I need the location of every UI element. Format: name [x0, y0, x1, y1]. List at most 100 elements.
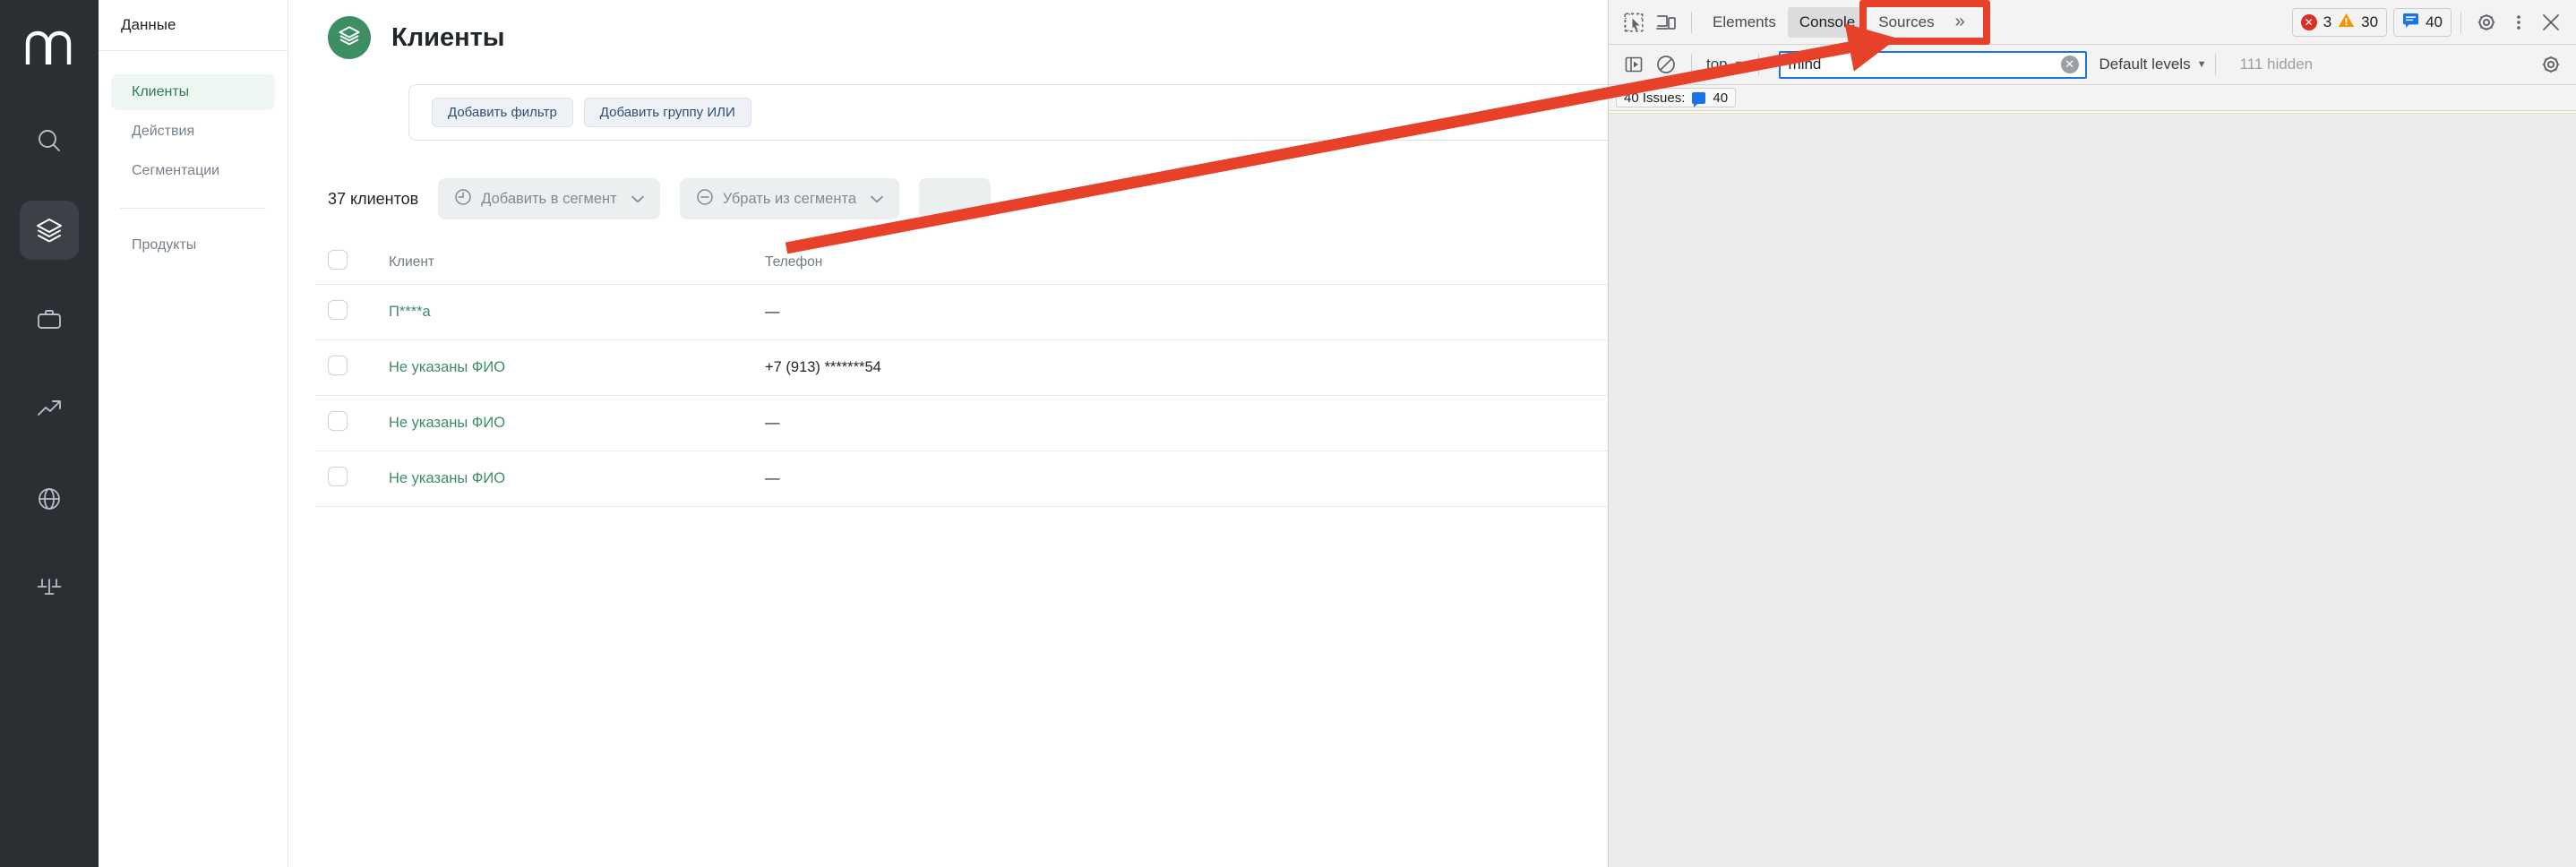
gear-icon[interactable]: [2470, 6, 2503, 39]
select-all-cell: [315, 241, 389, 284]
error-count: 3: [2323, 13, 2332, 30]
briefcase-icon: [36, 306, 63, 333]
nav-panel-title: Данные: [121, 16, 176, 33]
nav-panel-header: Данные: [99, 0, 288, 51]
client-name-cell: Не указаны ФИО: [389, 451, 765, 506]
client-name-cell: П****а: [389, 284, 765, 339]
icon-rail: [0, 0, 99, 867]
console-filter-field[interactable]: ✕: [1778, 50, 2087, 79]
minus-circle-icon: [696, 188, 714, 210]
chevron-down-icon: ▼: [2196, 59, 2207, 70]
client-name-link[interactable]: Не указаны ФИО: [389, 359, 505, 375]
add-or-group-button[interactable]: Добавить группу ИЛИ: [583, 98, 751, 127]
remove-from-segment-label: Убрать из сегмента: [722, 190, 857, 207]
console-filter-bar: top ▼ ✕ Default levels ▼ 111 hidden: [1609, 45, 2576, 85]
app-logo[interactable]: [21, 20, 77, 75]
layers-icon: [35, 216, 64, 245]
page-title: Клиенты: [391, 22, 505, 52]
console-sidebar-toggle-icon[interactable]: [1618, 48, 1650, 81]
client-name-link[interactable]: Не указаны ФИО: [389, 470, 505, 486]
filterbar-divider: [1691, 54, 1692, 75]
devtools-toolbar: Elements Console Sources » ✕ 3 30 40: [1609, 0, 2576, 45]
chevron-down-icon: [871, 191, 883, 208]
remove-from-segment-button[interactable]: Убрать из сегмента: [679, 178, 900, 219]
nav-item-actions[interactable]: Действия: [111, 114, 275, 150]
error-icon: ✕: [2300, 13, 2317, 30]
add-to-segment-label: Добавить в сегмент: [481, 190, 617, 207]
toolbar-divider: [2460, 11, 2461, 33]
nav-item-label: Сегментации: [132, 163, 220, 178]
add-filter-button[interactable]: Добавить фильтр: [432, 98, 573, 127]
issues-chip[interactable]: 40 Issues: 40: [1616, 88, 1737, 107]
nav-item-products[interactable]: Продукты: [111, 227, 275, 263]
row-select-cell: [315, 339, 389, 395]
console-issues-bar: 40 Issues: 40: [1609, 85, 2576, 111]
console-message-area[interactable]: [1609, 111, 2576, 867]
client-phone-cell: —: [765, 469, 780, 486]
more-actions-button[interactable]: [919, 178, 992, 219]
nav-divider: [120, 208, 266, 209]
clear-filter-icon[interactable]: ✕: [2060, 56, 2079, 73]
kebab-menu-icon[interactable]: [2503, 6, 2535, 39]
client-phone-cell: +7 (913) *******54: [765, 358, 881, 375]
issues-label: 40 Issues:: [1624, 90, 1686, 106]
tab-sources[interactable]: Sources: [1867, 7, 1945, 38]
rail-item-cases[interactable]: [20, 290, 79, 349]
nav-item-label: Клиенты: [132, 84, 190, 99]
client-name-link[interactable]: П****а: [389, 304, 431, 320]
warning-icon: [2338, 13, 2355, 32]
issues-count: 40: [1713, 90, 1729, 106]
globe-icon: [36, 485, 63, 512]
info-message-icon: [1692, 91, 1706, 107]
tab-console[interactable]: Console: [1787, 6, 1868, 38]
clients-count-label: 37 клиентов: [328, 189, 419, 208]
rail-item-data[interactable]: [20, 201, 79, 260]
filterbar-divider: [1757, 54, 1759, 75]
chevron-down-icon: [631, 191, 644, 208]
clear-console-icon[interactable]: [1650, 48, 1682, 81]
column-header-phone[interactable]: Телефон: [765, 241, 1150, 284]
nav-item-clients[interactable]: Клиенты: [111, 74, 275, 110]
clock-icon: [454, 188, 472, 210]
select-all-checkbox[interactable]: [328, 250, 348, 270]
console-filter-input[interactable]: [1780, 56, 2085, 73]
nav-item-segmentations[interactable]: Сегментации: [111, 153, 275, 189]
row-checkbox[interactable]: [328, 299, 348, 320]
hidden-messages-count: 111 hidden: [2239, 56, 2314, 73]
row-checkbox[interactable]: [328, 355, 348, 375]
nav-item-label: Действия: [132, 124, 195, 139]
devtools-panel: Elements Console Sources » ✕ 3 30 40 top…: [1608, 0, 2576, 867]
client-name-link[interactable]: Не указаны ФИО: [389, 415, 505, 431]
console-clipped-message-row: [1609, 111, 2576, 114]
rail-item-search[interactable]: [20, 111, 79, 170]
row-checkbox[interactable]: [328, 466, 348, 486]
row-select-cell: [315, 395, 389, 451]
sliders-icon: [36, 575, 63, 602]
trending-up-icon: [36, 396, 63, 423]
warning-count: 30: [2361, 13, 2379, 30]
console-settings-gear-icon[interactable]: [2535, 48, 2567, 81]
rail-item-settings[interactable]: [20, 559, 79, 618]
close-icon[interactable]: [2535, 6, 2567, 39]
rail-item-analytics[interactable]: [20, 380, 79, 439]
column-header-client[interactable]: Клиент: [389, 241, 765, 284]
device-toolbar-icon[interactable]: [1650, 6, 1682, 39]
app-root: Данные Клиенты Действия Сегментации Прод…: [0, 0, 2576, 867]
tab-elements[interactable]: Elements: [1701, 7, 1788, 38]
client-name-cell: Не указаны ФИО: [389, 339, 765, 395]
row-select-cell: [315, 451, 389, 506]
toolbar-divider: [1691, 11, 1692, 33]
console-context-select[interactable]: top ▼: [1701, 56, 1749, 73]
console-levels-select[interactable]: Default levels ▼: [2099, 56, 2207, 73]
error-warning-badges[interactable]: ✕ 3 30: [2291, 7, 2388, 37]
inspect-element-icon[interactable]: [1618, 6, 1650, 39]
search-icon: [36, 127, 63, 154]
info-badge[interactable]: 40: [2393, 7, 2451, 37]
row-checkbox[interactable]: [328, 410, 348, 431]
rail-item-channels[interactable]: [20, 469, 79, 528]
more-tabs-icon[interactable]: »: [1946, 12, 1974, 32]
page-avatar: [328, 16, 371, 59]
client-name-cell: Не указаны ФИО: [389, 395, 765, 451]
console-context-value: top: [1706, 56, 1728, 73]
add-to-segment-button[interactable]: Добавить в сегмент: [438, 178, 660, 219]
